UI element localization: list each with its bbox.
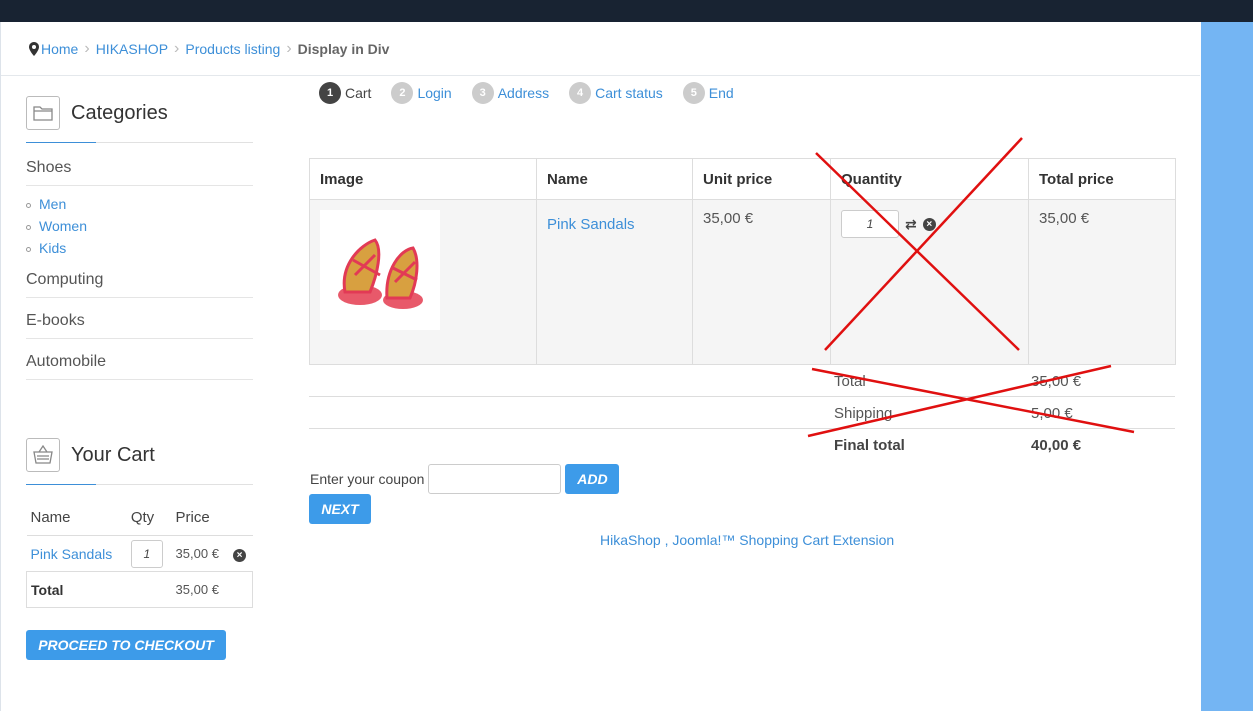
category-automobile[interactable]: Automobile: [26, 353, 253, 380]
right-panel: [1201, 22, 1253, 711]
chevron-right-icon: ›: [286, 40, 292, 57]
breadcrumb-products-listing[interactable]: Products listing: [185, 41, 280, 57]
categories-underline: [26, 142, 253, 143]
cart-table: Image Name Unit price Quantity Total pri…: [309, 158, 1176, 365]
proceed-to-checkout-button[interactable]: PROCEED TO CHECKOUT: [26, 630, 226, 660]
checkout-steps: 1 Cart 2 Login 3 Address 4 Cart status 5 End: [319, 82, 754, 104]
cart-module-title: Your Cart: [71, 443, 155, 466]
cart-totals: Total 35,00 € Shipping 5,00 € Final tota…: [309, 364, 1175, 460]
page-content: Home › HIKASHOP › Products listing › Dis…: [0, 22, 1201, 711]
subcategory-women[interactable]: Women: [26, 218, 87, 234]
step-cart-status[interactable]: 4 Cart status: [569, 82, 663, 104]
mini-cart-price: 35,00 €: [175, 546, 219, 561]
step-end[interactable]: 5 End: [682, 82, 734, 104]
categories-title: Categories: [71, 101, 168, 124]
subcategory-kids[interactable]: Kids: [26, 240, 66, 256]
total-row: Total 35,00 €: [309, 364, 1175, 396]
step-address[interactable]: 3 Address: [471, 82, 549, 104]
basket-icon: [26, 438, 60, 472]
category-computing[interactable]: Computing: [26, 271, 253, 298]
cart-product-link[interactable]: Pink Sandals: [547, 216, 635, 233]
coupon-area: Enter your coupon ADD: [310, 464, 620, 494]
category-ebooks[interactable]: E-books: [26, 312, 253, 339]
breadcrumb-divider: [1, 75, 1200, 76]
cart-header-total-price: Total price: [1028, 158, 1176, 200]
category-shoes[interactable]: Shoes: [26, 159, 253, 186]
cart-unit-price: 35,00 €: [692, 199, 831, 365]
product-image[interactable]: [320, 210, 440, 330]
mini-cart-total-label: Total: [31, 581, 64, 598]
step-login[interactable]: 2 Login: [391, 82, 452, 104]
cart-header-name: Name: [536, 158, 693, 200]
step-cart[interactable]: 1 Cart: [319, 82, 371, 104]
remove-icon[interactable]: ×: [922, 217, 936, 231]
chevron-right-icon: ›: [84, 40, 90, 57]
breadcrumb-current: Display in Div: [297, 41, 390, 57]
cart-header-quantity: Quantity: [830, 158, 1029, 200]
shipping-row: Shipping 5,00 €: [309, 396, 1175, 428]
coupon-label: Enter your coupon: [310, 471, 425, 487]
top-bar: [0, 0, 1253, 22]
next-button[interactable]: NEXT: [309, 494, 371, 524]
map-marker-icon: [29, 42, 39, 56]
coupon-input[interactable]: [428, 464, 562, 494]
refresh-icon[interactable]: ⇄: [905, 216, 917, 233]
mini-cart-table: Name Qty Price Pink Sandals 1 35,00 € × …: [26, 500, 253, 608]
footer-link[interactable]: HikaShop , Joomla!™ Shopping Cart Extens…: [600, 532, 894, 548]
final-total-row: Final total 40,00 €: [309, 428, 1175, 460]
cart-row: Pink Sandals 35,00 € 1 ⇄ × 35,00 €: [309, 199, 1176, 365]
cart-module-underline: [26, 484, 253, 485]
subcategory-men[interactable]: Men: [26, 196, 66, 212]
cart-header-unit-price: Unit price: [692, 158, 831, 200]
mini-cart-product-link[interactable]: Pink Sandals: [31, 546, 113, 562]
cart-qty-input[interactable]: 1: [841, 210, 899, 238]
breadcrumb-hikashop[interactable]: HIKASHOP: [96, 41, 168, 57]
categories-header: Categories: [26, 96, 168, 130]
breadcrumb-home[interactable]: Home: [41, 41, 78, 57]
mini-cart-qty-input[interactable]: 1: [130, 539, 163, 568]
folder-icon: [26, 96, 60, 130]
breadcrumb: Home › HIKASHOP › Products listing › Dis…: [29, 40, 389, 58]
mini-cart-header-name: Name: [26, 500, 127, 536]
cart-module-header: Your Cart: [26, 438, 155, 472]
cart-header-image: Image: [309, 158, 537, 200]
mini-cart-total-row: Total 35,00 €: [26, 571, 253, 608]
chevron-right-icon: ›: [174, 40, 180, 57]
mini-cart-header-price: Price: [171, 500, 229, 536]
mini-cart-row: Pink Sandals 1 35,00 € ×: [27, 536, 253, 572]
cart-total-price: 35,00 €: [1028, 199, 1176, 365]
add-coupon-button[interactable]: ADD: [565, 464, 620, 494]
remove-icon[interactable]: ×: [232, 549, 246, 562]
mini-cart-total-value: 35,00 €: [175, 582, 219, 597]
mini-cart-header-qty: Qty: [126, 500, 172, 536]
